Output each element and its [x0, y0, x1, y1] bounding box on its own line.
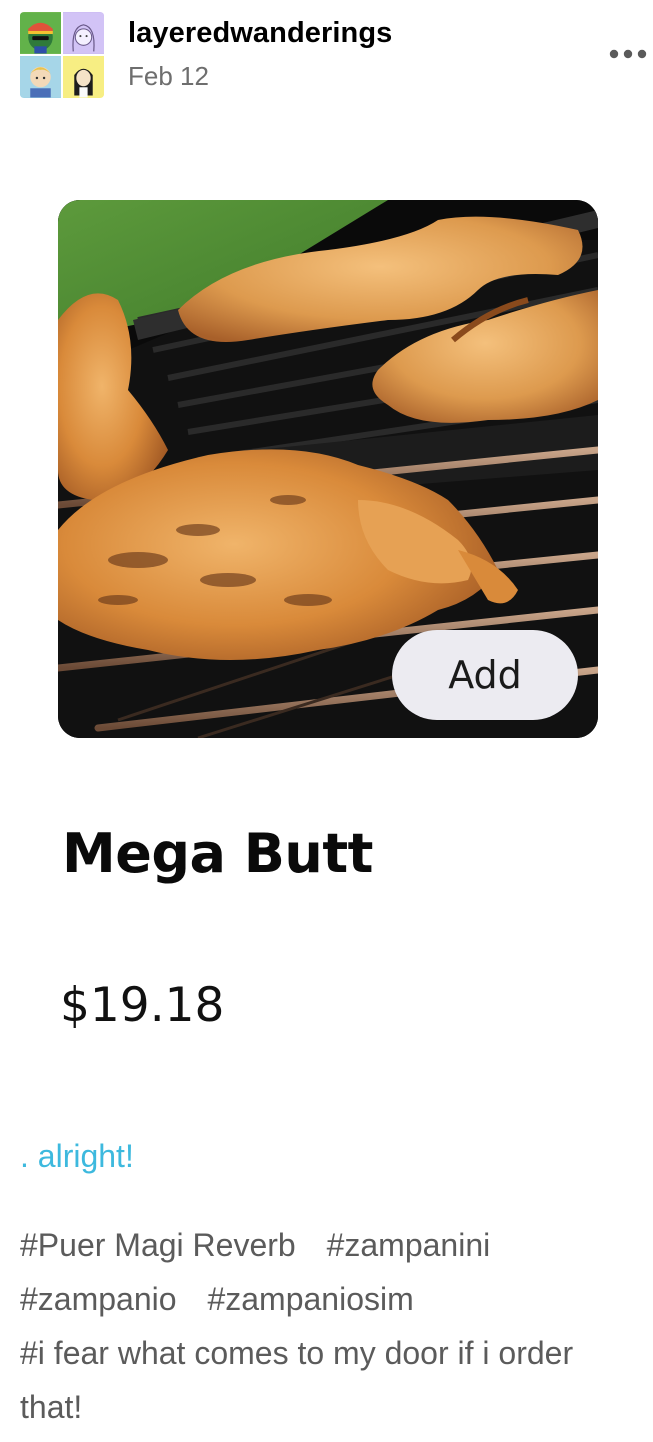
- avatar-quadrant-1: [20, 12, 61, 54]
- product-card-image[interactable]: Add Mega Butt $19.18: [0, 160, 653, 1080]
- tag-i-fear-what-comes[interactable]: #i fear what comes to my door if i order…: [20, 1335, 573, 1425]
- post-date[interactable]: Feb 12: [128, 61, 209, 92]
- post-caption-link[interactable]: . alright!: [20, 1138, 134, 1175]
- avatar-sketch-icon: [63, 12, 104, 54]
- tag-zampanini[interactable]: #zampanini: [327, 1227, 491, 1263]
- ellipsis-icon: [609, 49, 647, 59]
- avatar-girl-icon: [63, 56, 104, 98]
- post-tags: #Puer Magi Reverb #zampanini #zampanio #…: [20, 1218, 630, 1434]
- product-title: Mega Butt: [62, 822, 373, 885]
- tag-puer-magi-reverb[interactable]: #Puer Magi Reverb: [20, 1227, 296, 1263]
- avatar-quadrant-3: [20, 56, 61, 98]
- add-button[interactable]: Add: [392, 630, 578, 720]
- tag-zampanio[interactable]: #zampanio: [20, 1281, 177, 1317]
- more-options-button[interactable]: [604, 40, 652, 68]
- blog-name-link[interactable]: layeredwanderings: [128, 17, 392, 50]
- avatar-quadrant-2: [63, 12, 104, 54]
- post-header: layeredwanderings Feb 12: [0, 0, 653, 110]
- tag-zampaniosim[interactable]: #zampaniosim: [207, 1281, 413, 1317]
- product-price: $19.18: [60, 978, 225, 1033]
- avatar-quadrant-4: [63, 56, 104, 98]
- avatar-character-icon: [20, 12, 61, 54]
- avatar-boy-icon: [20, 56, 61, 98]
- blog-avatar[interactable]: [20, 12, 104, 98]
